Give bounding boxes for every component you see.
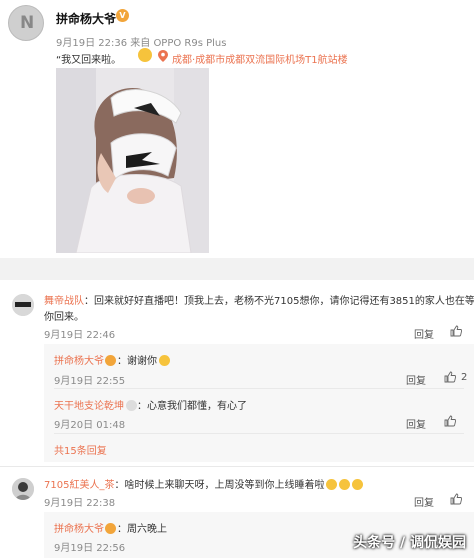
comment-text: 舞帝战队：回来就好好直播吧！顶我上去，老杨不光7105想你，请你记得还有3851… [44, 296, 474, 307]
commenter-name[interactable]: 7105紅美人_茶 [44, 480, 114, 491]
commenter-name[interactable]: 舞帝战队 [44, 296, 84, 307]
selfie-photo-illustration [56, 68, 209, 253]
verified-badge-icon [105, 355, 116, 366]
comment-text: 7105紅美人_茶：啥时候上来聊天呀，上周没等到你上线睡着啦 [44, 476, 364, 491]
section-divider [0, 258, 474, 280]
post-photo[interactable] [56, 68, 209, 253]
reply-text: 拼命杨大爷 ：周六晚上 [54, 523, 167, 535]
like-icon[interactable] [450, 325, 462, 337]
emoji-icon [326, 479, 338, 490]
post-text: “我又回来啦。 [56, 55, 122, 66]
post-meta: 9月19日 22:36 来自 OPPO R9s Plus [56, 38, 227, 49]
reply-text: 拼命杨大爷 ：谢谢你 [54, 352, 170, 367]
divider [54, 433, 464, 434]
watermark: 头条号 / 调侃娱园 [353, 535, 466, 551]
author-name[interactable]: 拼命杨大爷 [56, 10, 116, 27]
smile-emoji-icon [138, 48, 152, 62]
author-avatar[interactable]: N [8, 5, 44, 41]
reply-button[interactable]: 回复 [414, 326, 434, 341]
emoji-icon [159, 355, 170, 366]
comment-avatar[interactable] [12, 294, 34, 316]
reply-button[interactable]: 回复 [406, 372, 426, 387]
reply-time: 9月19日 22:55 [54, 376, 126, 387]
panda-emoji-icon [126, 400, 137, 411]
verified-badge-icon: V [116, 9, 129, 22]
comment-text-continued: 你回来。 [44, 312, 84, 323]
reply-time: 9月20日 01:48 [54, 420, 126, 431]
verified-badge-icon [105, 523, 116, 534]
reply-button[interactable]: 回复 [406, 416, 426, 431]
location-link[interactable]: 成都·成都市成都双流国际机场T1航站楼 [172, 51, 348, 66]
comment-avatar-image [12, 294, 34, 316]
more-replies-link[interactable]: 共15条回复 [54, 442, 107, 457]
emoji-icon [339, 479, 351, 490]
reply-time: 9月19日 22:56 [54, 543, 126, 554]
weibo-post: N 拼命杨大爷 V 9月19日 22:36 来自 OPPO R9s Plus “… [0, 0, 474, 258]
like-icon[interactable] [450, 493, 462, 505]
replier-name[interactable]: 天干地支论乾坤 [54, 401, 124, 412]
comment-time: 9月19日 22:46 [44, 330, 116, 341]
reply-text: 天干地支论乾坤 ：心意我们都懂，有心了 [54, 400, 247, 412]
emoji-icon [352, 479, 364, 490]
like-count: 2 [461, 372, 468, 383]
comment-avatar[interactable] [12, 478, 34, 500]
like-icon[interactable] [444, 415, 456, 427]
reply-button[interactable]: 回复 [414, 494, 434, 509]
replier-name[interactable]: 拼命杨大爷 [54, 356, 104, 367]
comment-divider [0, 466, 474, 467]
location-pin-icon [158, 50, 168, 62]
divider [54, 388, 464, 389]
comment-avatar-image [12, 478, 34, 500]
comment-time: 9月19日 22:38 [44, 498, 116, 509]
comments-list: 舞帝战队：回来就好好直播吧！顶我上去，老杨不光7105想你，请你记得还有3851… [0, 280, 474, 558]
replier-name[interactable]: 拼命杨大爷 [54, 524, 104, 535]
like-icon[interactable] [444, 371, 456, 383]
